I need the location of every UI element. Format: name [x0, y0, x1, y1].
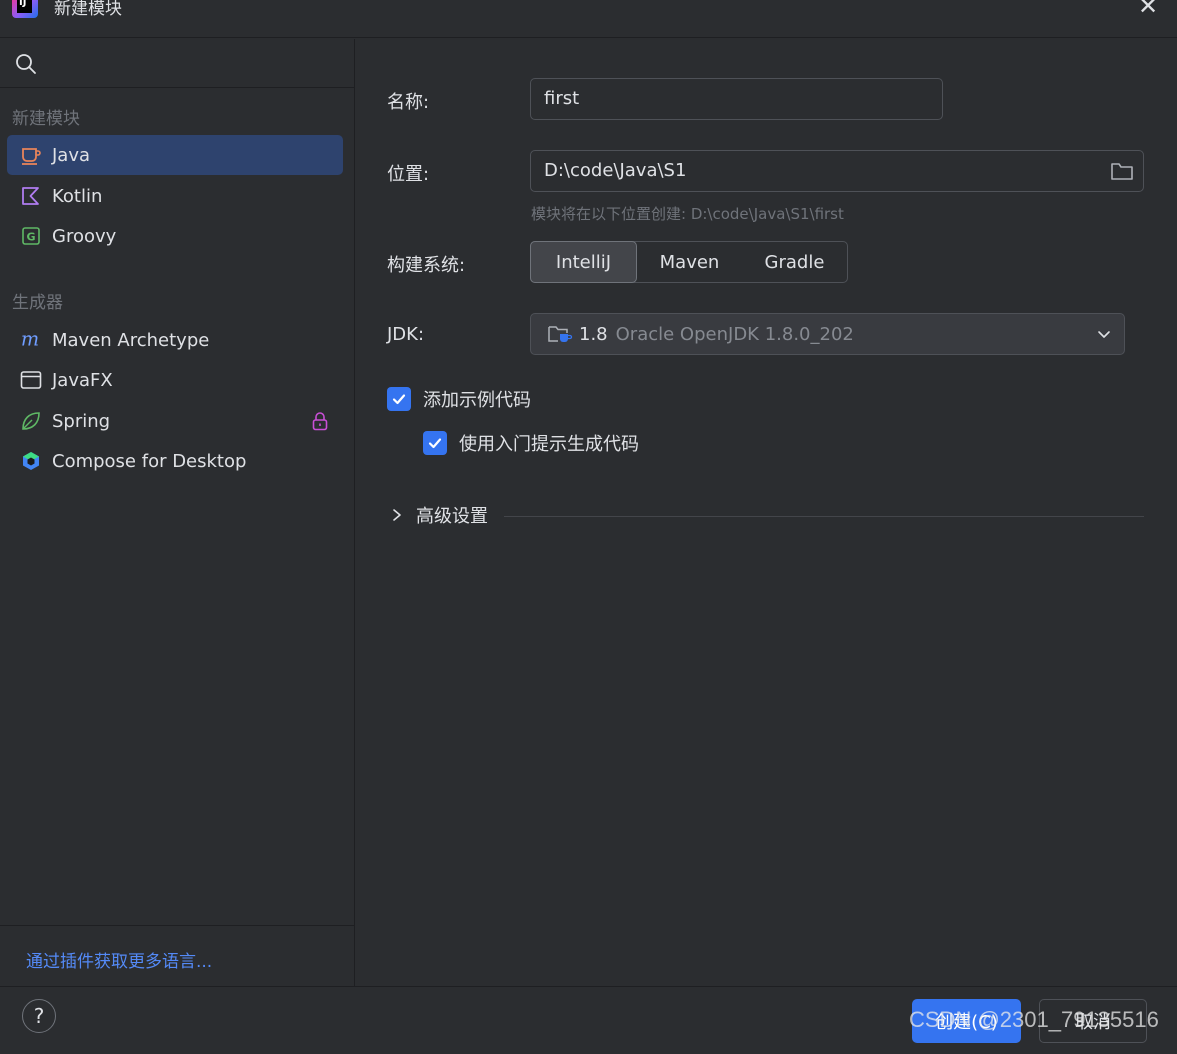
- group-label-new-module: 新建模块: [12, 109, 80, 129]
- intellij-logo-icon: IJ: [12, 0, 38, 18]
- add-sample-code-checkbox[interactable]: 添加示例代码: [387, 386, 531, 412]
- window-title: 新建模块: [54, 0, 122, 19]
- maven-icon: m: [20, 329, 42, 351]
- more-languages-link[interactable]: 通过插件获取更多语言...: [26, 947, 212, 972]
- location-hint: 模块将在以下位置创建: D:\code\Java\S1\first: [531, 205, 844, 223]
- sidebar-item-java[interactable]: Java: [7, 135, 343, 175]
- sidebar-item-label: Maven Archetype: [52, 329, 210, 351]
- name-input[interactable]: first: [530, 78, 943, 120]
- build-option-gradle[interactable]: Gradle: [742, 242, 847, 282]
- location-input[interactable]: D:\code\Java\S1: [530, 150, 1144, 192]
- main-panel: 名称: first 位置: D:\code\Java\S1 模块将在以下位置创建…: [356, 39, 1174, 986]
- sidebar-divider: [0, 87, 355, 88]
- sidebar-item-javafx[interactable]: JavaFX: [7, 360, 343, 400]
- sidebar: 新建模块 Java Kotlin G Groovy 生成器 m Maven Ar…: [0, 39, 355, 986]
- sidebar-item-label: JavaFX: [52, 369, 113, 391]
- lock-icon: [312, 412, 328, 431]
- onboarding-tips-checkbox[interactable]: 使用入门提示生成代码: [423, 430, 639, 456]
- dialog-footer: ? 创建(C) 取消 CSDN @2301_79135516: [0, 986, 1177, 1054]
- build-system-label: 构建系统:: [387, 255, 466, 276]
- spring-leaf-icon: [20, 410, 42, 432]
- jdk-dropdown[interactable]: 1.8 Oracle OpenJDK 1.8.0_202: [530, 313, 1125, 355]
- jdk-version: 1.8: [579, 323, 608, 345]
- group-label-generators: 生成器: [12, 293, 63, 313]
- sidebar-item-label: Kotlin: [52, 185, 103, 207]
- chevron-down-icon: [1098, 331, 1110, 338]
- window-icon: [20, 369, 42, 391]
- jdk-label: JDK:: [387, 324, 425, 345]
- search-icon[interactable]: [14, 52, 38, 76]
- sidebar-item-maven-archetype[interactable]: m Maven Archetype: [7, 320, 343, 360]
- title-bar: IJ 新建模块 ✕: [0, 0, 1177, 38]
- jdk-folder-icon: [548, 326, 573, 342]
- java-cup-icon: [20, 144, 42, 166]
- sidebar-item-compose-desktop[interactable]: Compose for Desktop: [7, 441, 343, 481]
- cancel-button[interactable]: 取消: [1039, 999, 1147, 1043]
- sidebar-divider: [0, 925, 355, 926]
- name-label: 名称:: [387, 92, 430, 113]
- advanced-settings-label: 高级设置: [416, 506, 488, 527]
- build-system-selector: IntelliJ Maven Gradle: [530, 241, 848, 283]
- jdk-name: Oracle OpenJDK 1.8.0_202: [615, 323, 854, 345]
- folder-icon[interactable]: [1110, 160, 1134, 182]
- advanced-settings-toggle[interactable]: 高级设置: [390, 502, 488, 528]
- sidebar-item-groovy[interactable]: G Groovy: [7, 216, 343, 256]
- checkmark-icon: [387, 387, 411, 411]
- sidebar-item-spring[interactable]: Spring: [7, 401, 343, 441]
- close-button[interactable]: ✕: [1134, 0, 1162, 22]
- onboarding-tips-label: 使用入门提示生成代码: [459, 434, 639, 455]
- svg-text:G: G: [26, 231, 35, 244]
- help-button[interactable]: ?: [22, 999, 56, 1033]
- sidebar-item-label: Java: [52, 144, 91, 166]
- build-option-intellij[interactable]: IntelliJ: [530, 241, 637, 283]
- checkmark-icon: [423, 431, 447, 455]
- create-button[interactable]: 创建(C): [912, 999, 1021, 1043]
- sidebar-item-label: Compose for Desktop: [52, 450, 247, 472]
- svg-text:m: m: [21, 329, 39, 351]
- sidebar-item-label: Groovy: [52, 225, 117, 247]
- compose-icon: [20, 450, 42, 472]
- chevron-right-icon: [393, 509, 401, 521]
- sidebar-item-kotlin[interactable]: Kotlin: [7, 176, 343, 216]
- add-sample-code-label: 添加示例代码: [423, 390, 531, 411]
- advanced-divider: [504, 516, 1144, 517]
- kotlin-icon: [20, 185, 42, 207]
- build-option-maven[interactable]: Maven: [637, 242, 742, 282]
- sidebar-item-label: Spring: [52, 410, 111, 432]
- groovy-icon: G: [20, 225, 42, 247]
- location-label: 位置:: [387, 164, 430, 185]
